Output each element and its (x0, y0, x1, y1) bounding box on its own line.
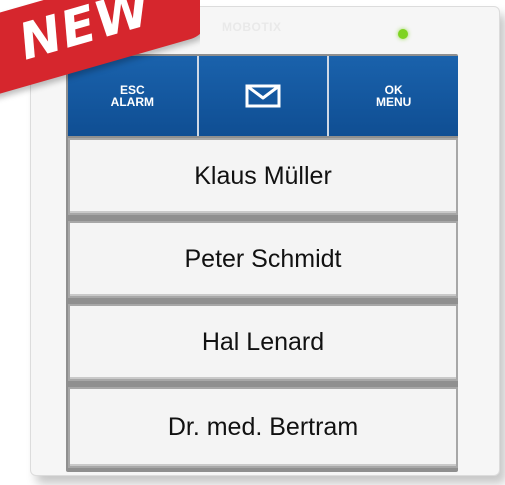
name-button-hal-lenard[interactable]: Hal Lenard (68, 304, 458, 381)
status-led (398, 29, 408, 39)
ok-menu-button[interactable]: OK MENU (329, 56, 458, 136)
envelope-icon (245, 84, 281, 108)
name-button-dr-med-bertram[interactable]: Dr. med. Bertram (68, 387, 458, 468)
name-button-list: Klaus Müller Peter Schmidt Hal Lenard Dr… (68, 138, 458, 468)
mail-button[interactable] (199, 56, 330, 136)
menu-label: MENU (376, 95, 412, 109)
new-badge: NEW (0, 0, 200, 110)
name-button-peter-schmidt[interactable]: Peter Schmidt (68, 221, 458, 298)
name-button-klaus-muller[interactable]: Klaus Müller (68, 138, 458, 215)
brand-label: MOBOTIX (222, 20, 282, 34)
screen: MOBOTIX ESC ALARM OK MENU Klaus Müller P… (0, 0, 505, 485)
